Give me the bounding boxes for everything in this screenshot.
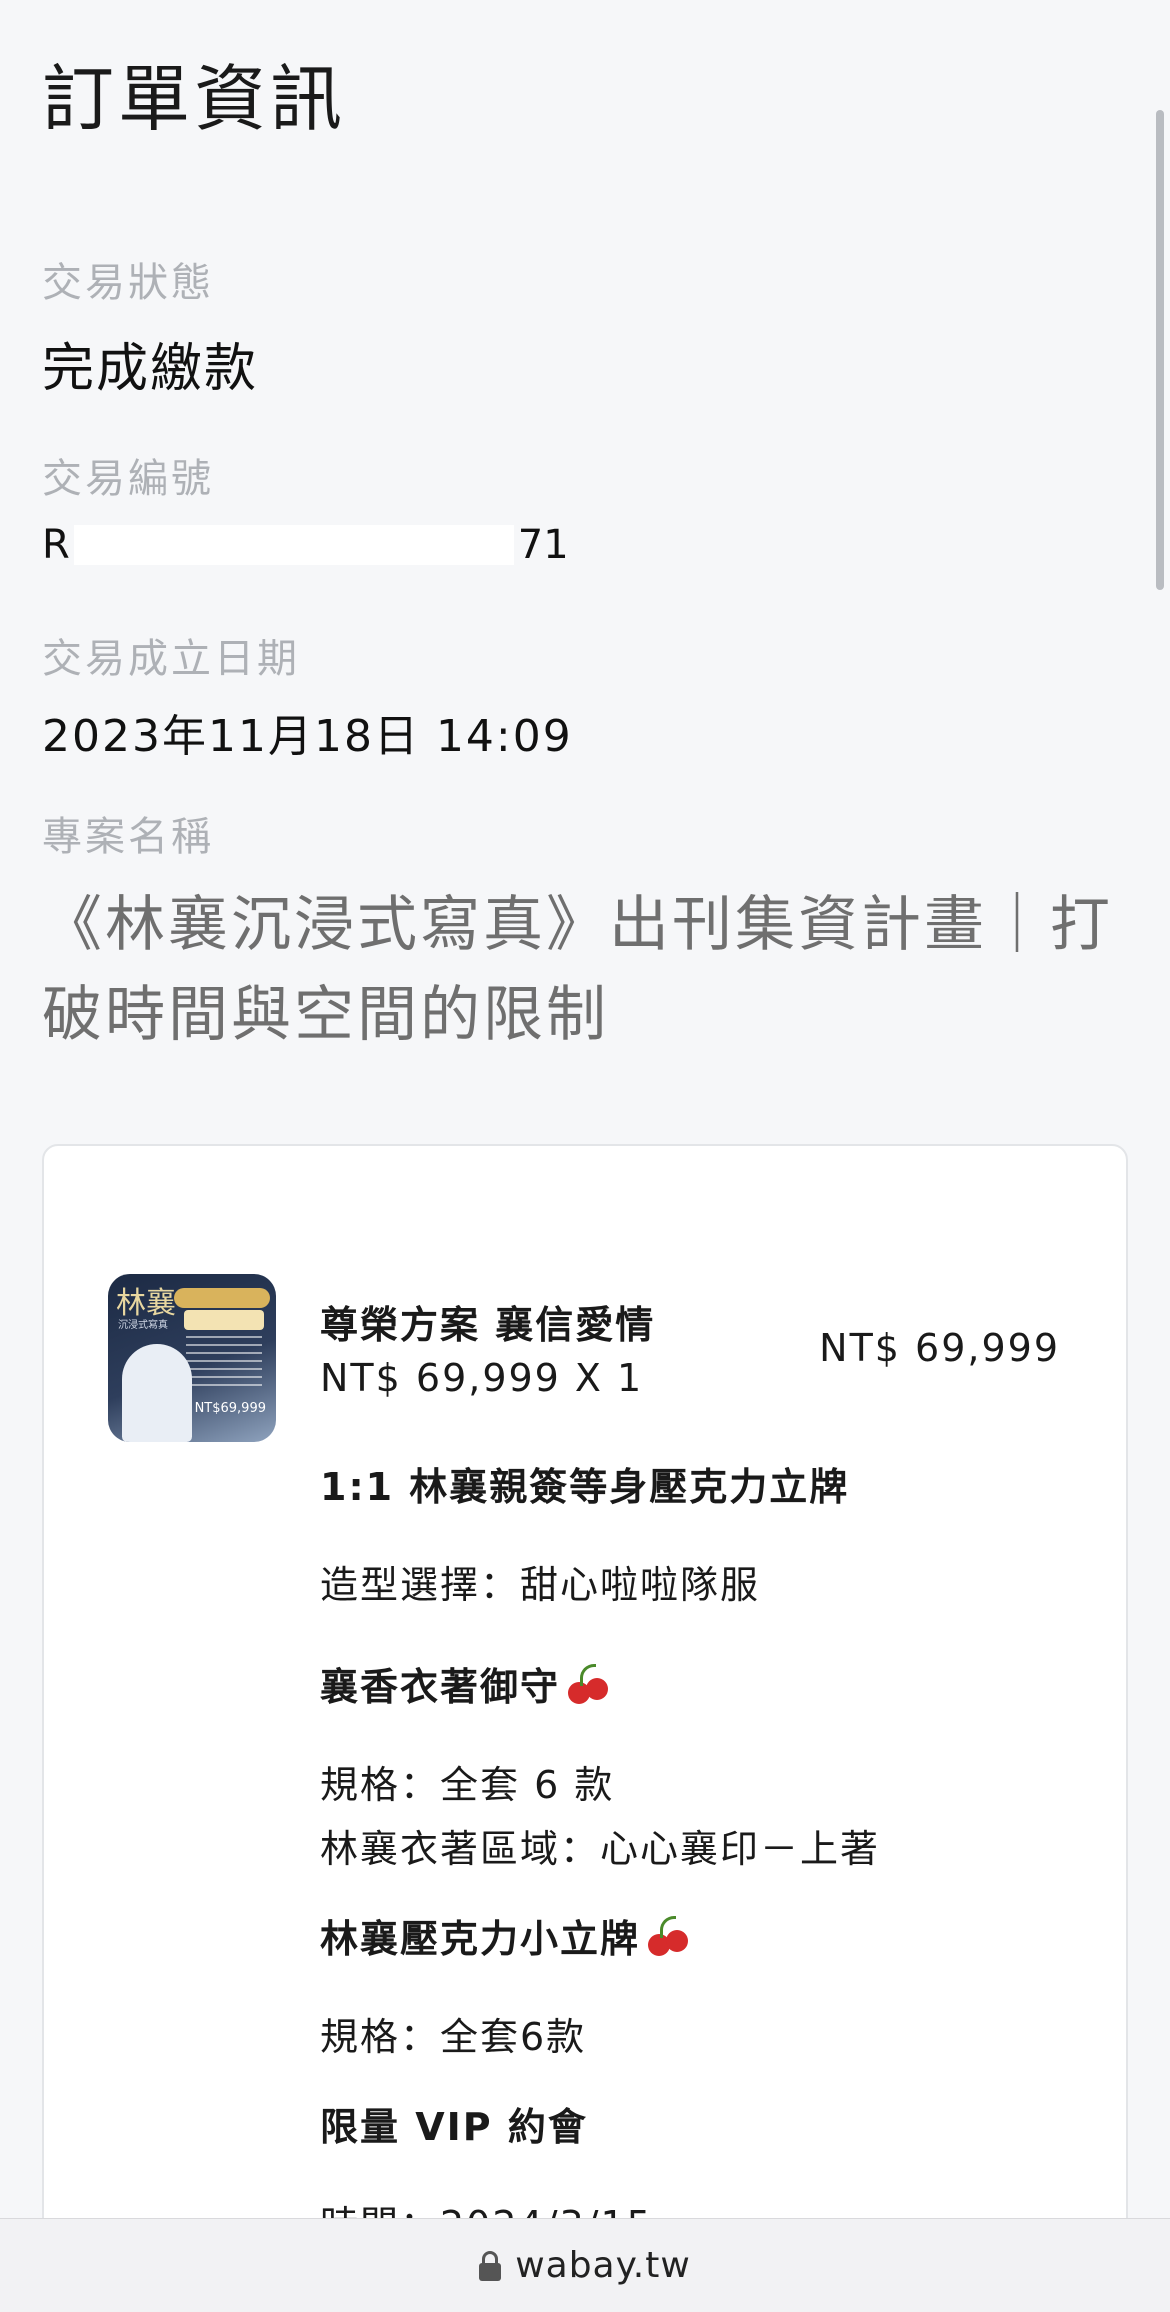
option-detail-line: 林襄衣著區域：心心襄印－上著 <box>320 1827 881 1871</box>
project-name[interactable]: 《林襄沉浸式寫真》出刊集資計畫｜打破時間與空間的限制 <box>42 880 1122 1060</box>
transaction-number-suffix: 71 <box>517 522 569 568</box>
browser-address-bar[interactable]: wabay.tw <box>0 2218 1170 2312</box>
option-detail: 造型選擇：甜心啦啦隊服 <box>320 1553 849 1617</box>
product-thumbnail[interactable]: 林襄 沉浸式寫真 NT$69,999 <box>108 1274 276 1442</box>
lock-icon <box>479 2250 502 2281</box>
thumb-subtitle: 沉浸式寫真 <box>118 1320 168 1331</box>
option-detail: 規格：全套 6 款 林襄衣著區域：心心襄印－上著 <box>320 1753 880 1881</box>
thumb-photo <box>122 1344 192 1442</box>
order-info-page: 訂單資訊 交易狀態 完成繳款 交易編號 R 71 交易成立日期 2023年11月… <box>0 0 1170 2220</box>
date-label: 交易成立日期 <box>42 636 300 682</box>
domain-text[interactable]: wabay.tw <box>515 2245 691 2286</box>
scrollbar[interactable] <box>1156 110 1164 590</box>
option-title: 限量 VIP 約會 <box>320 2105 588 2149</box>
order-item-card: 林襄 沉浸式寫真 NT$69,999 尊榮方案 襄信愛情 NT$ 69,999 … <box>42 1144 1128 2220</box>
transaction-number: R 71 <box>42 522 569 568</box>
item-unit-price-qty: NT$ 69,999 X 1 <box>320 1356 644 1400</box>
status-label: 交易狀態 <box>42 260 214 306</box>
option-title: 1:1 林襄親簽等身壓克力立牌 <box>320 1465 850 1509</box>
cherry-icon <box>646 1914 690 1958</box>
redacted-mask <box>73 525 514 565</box>
transaction-number-prefix: R <box>42 522 70 568</box>
option-detail-line: 規格：全套 6 款 <box>320 1763 615 1807</box>
item-name: 尊榮方案 襄信愛情 <box>320 1303 656 1347</box>
option-amulet: 襄香衣著御守 規格：全套 6 款 林襄衣著區域：心心襄印－上著 <box>320 1656 880 1881</box>
item-total: NT$ 69,999 <box>819 1326 1060 1370</box>
thumb-text-lines <box>186 1336 262 1392</box>
thumb-plan-label <box>184 1310 264 1330</box>
option-standee: 1:1 林襄親簽等身壓克力立牌 造型選擇：甜心啦啦隊服 <box>320 1456 849 1617</box>
page-title: 訂單資訊 <box>42 57 347 141</box>
option-vip-date: 限量 VIP 約會 時間：2024/3/15 <box>320 2096 653 2220</box>
option-title: 襄香衣著御守 <box>320 1665 561 1709</box>
option-detail: 時間：2024/3/15 <box>320 2193 653 2220</box>
option-detail-line: 時間：2024/3/15 <box>320 2193 653 2220</box>
transaction-number-label: 交易編號 <box>42 456 214 502</box>
option-title-row: 林襄壓克力小立牌 <box>320 1908 690 1963</box>
thumb-price: NT$69,999 <box>194 1401 266 1416</box>
option-detail-line: 規格：全套6款 <box>320 2015 587 2059</box>
status-value: 完成繳款 <box>42 339 259 399</box>
date-value: 2023年11月18日 14:09 <box>42 711 573 762</box>
option-detail: 規格：全套6款 <box>320 2005 690 2069</box>
option-title-row: 襄香衣著御守 <box>320 1656 880 1711</box>
project-label: 專案名稱 <box>42 814 214 860</box>
option-mini-standee: 林襄壓克力小立牌 規格：全套6款 <box>320 1908 690 2069</box>
option-title: 林襄壓克力小立牌 <box>320 1917 641 1961</box>
cherry-icon <box>566 1662 610 1706</box>
option-detail-line: 造型選擇：甜心啦啦隊服 <box>320 1563 761 1607</box>
thumb-badge <box>174 1288 270 1308</box>
